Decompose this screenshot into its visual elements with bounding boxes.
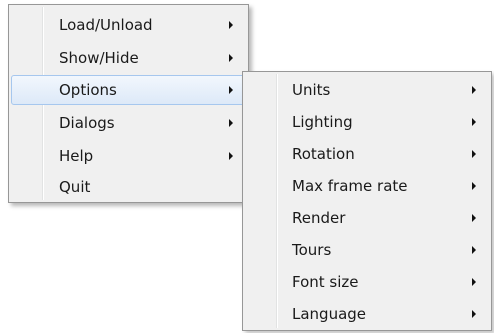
menu-item-label: Render bbox=[292, 209, 346, 227]
menu-item-label: Show/Hide bbox=[59, 49, 139, 67]
options-submenu: Units Lighting Rotation Max frame rate R… bbox=[242, 71, 492, 331]
menu-item-label: Units bbox=[292, 81, 331, 99]
submenu-arrow-icon bbox=[472, 182, 476, 190]
menu-item-label: Language bbox=[292, 305, 367, 323]
submenu-arrow-icon bbox=[472, 118, 476, 126]
menu-item-dialogs[interactable]: Dialogs bbox=[11, 108, 246, 138]
submenu-item-units[interactable]: Units bbox=[245, 75, 489, 105]
menu-item-show-hide[interactable]: Show/Hide bbox=[11, 43, 246, 73]
menu-item-options[interactable]: Options bbox=[11, 75, 246, 105]
submenu-arrow-icon bbox=[229, 86, 233, 94]
submenu-arrow-icon bbox=[229, 119, 233, 127]
menu-item-help[interactable]: Help bbox=[11, 141, 246, 171]
submenu-arrow-icon bbox=[229, 54, 233, 62]
submenu-arrow-icon bbox=[472, 214, 476, 222]
submenu-item-font-size[interactable]: Font size bbox=[245, 267, 489, 297]
submenu-item-tours[interactable]: Tours bbox=[245, 235, 489, 265]
submenu-arrow-icon bbox=[472, 150, 476, 158]
submenu-arrow-icon bbox=[472, 278, 476, 286]
menu-item-label: Rotation bbox=[292, 145, 355, 163]
submenu-item-render[interactable]: Render bbox=[245, 203, 489, 233]
menu-item-quit[interactable]: Quit bbox=[11, 172, 246, 202]
menu-item-label: Help bbox=[59, 147, 94, 165]
menu-item-label: Font size bbox=[292, 273, 359, 291]
menu-item-load-unload[interactable]: Load/Unload bbox=[11, 10, 246, 40]
menu-item-label: Max frame rate bbox=[292, 177, 408, 195]
submenu-item-language[interactable]: Language bbox=[245, 299, 489, 329]
menu-item-label: Lighting bbox=[292, 113, 353, 131]
submenu-arrow-icon bbox=[229, 21, 233, 29]
menu-item-label: Dialogs bbox=[59, 114, 115, 132]
submenu-arrow-icon bbox=[472, 246, 476, 254]
menu-item-label: Tours bbox=[292, 241, 332, 259]
submenu-item-max-frame-rate[interactable]: Max frame rate bbox=[245, 171, 489, 201]
submenu-arrow-icon bbox=[472, 310, 476, 318]
context-menu: Load/Unload Show/Hide Options Dialogs He… bbox=[8, 4, 249, 203]
submenu-arrow-icon bbox=[472, 86, 476, 94]
menu-item-label: Quit bbox=[59, 178, 91, 196]
submenu-item-rotation[interactable]: Rotation bbox=[245, 139, 489, 169]
menu-item-label: Options bbox=[59, 81, 117, 99]
menu-item-label: Load/Unload bbox=[59, 16, 153, 34]
submenu-arrow-icon bbox=[229, 152, 233, 160]
submenu-item-lighting[interactable]: Lighting bbox=[245, 107, 489, 137]
